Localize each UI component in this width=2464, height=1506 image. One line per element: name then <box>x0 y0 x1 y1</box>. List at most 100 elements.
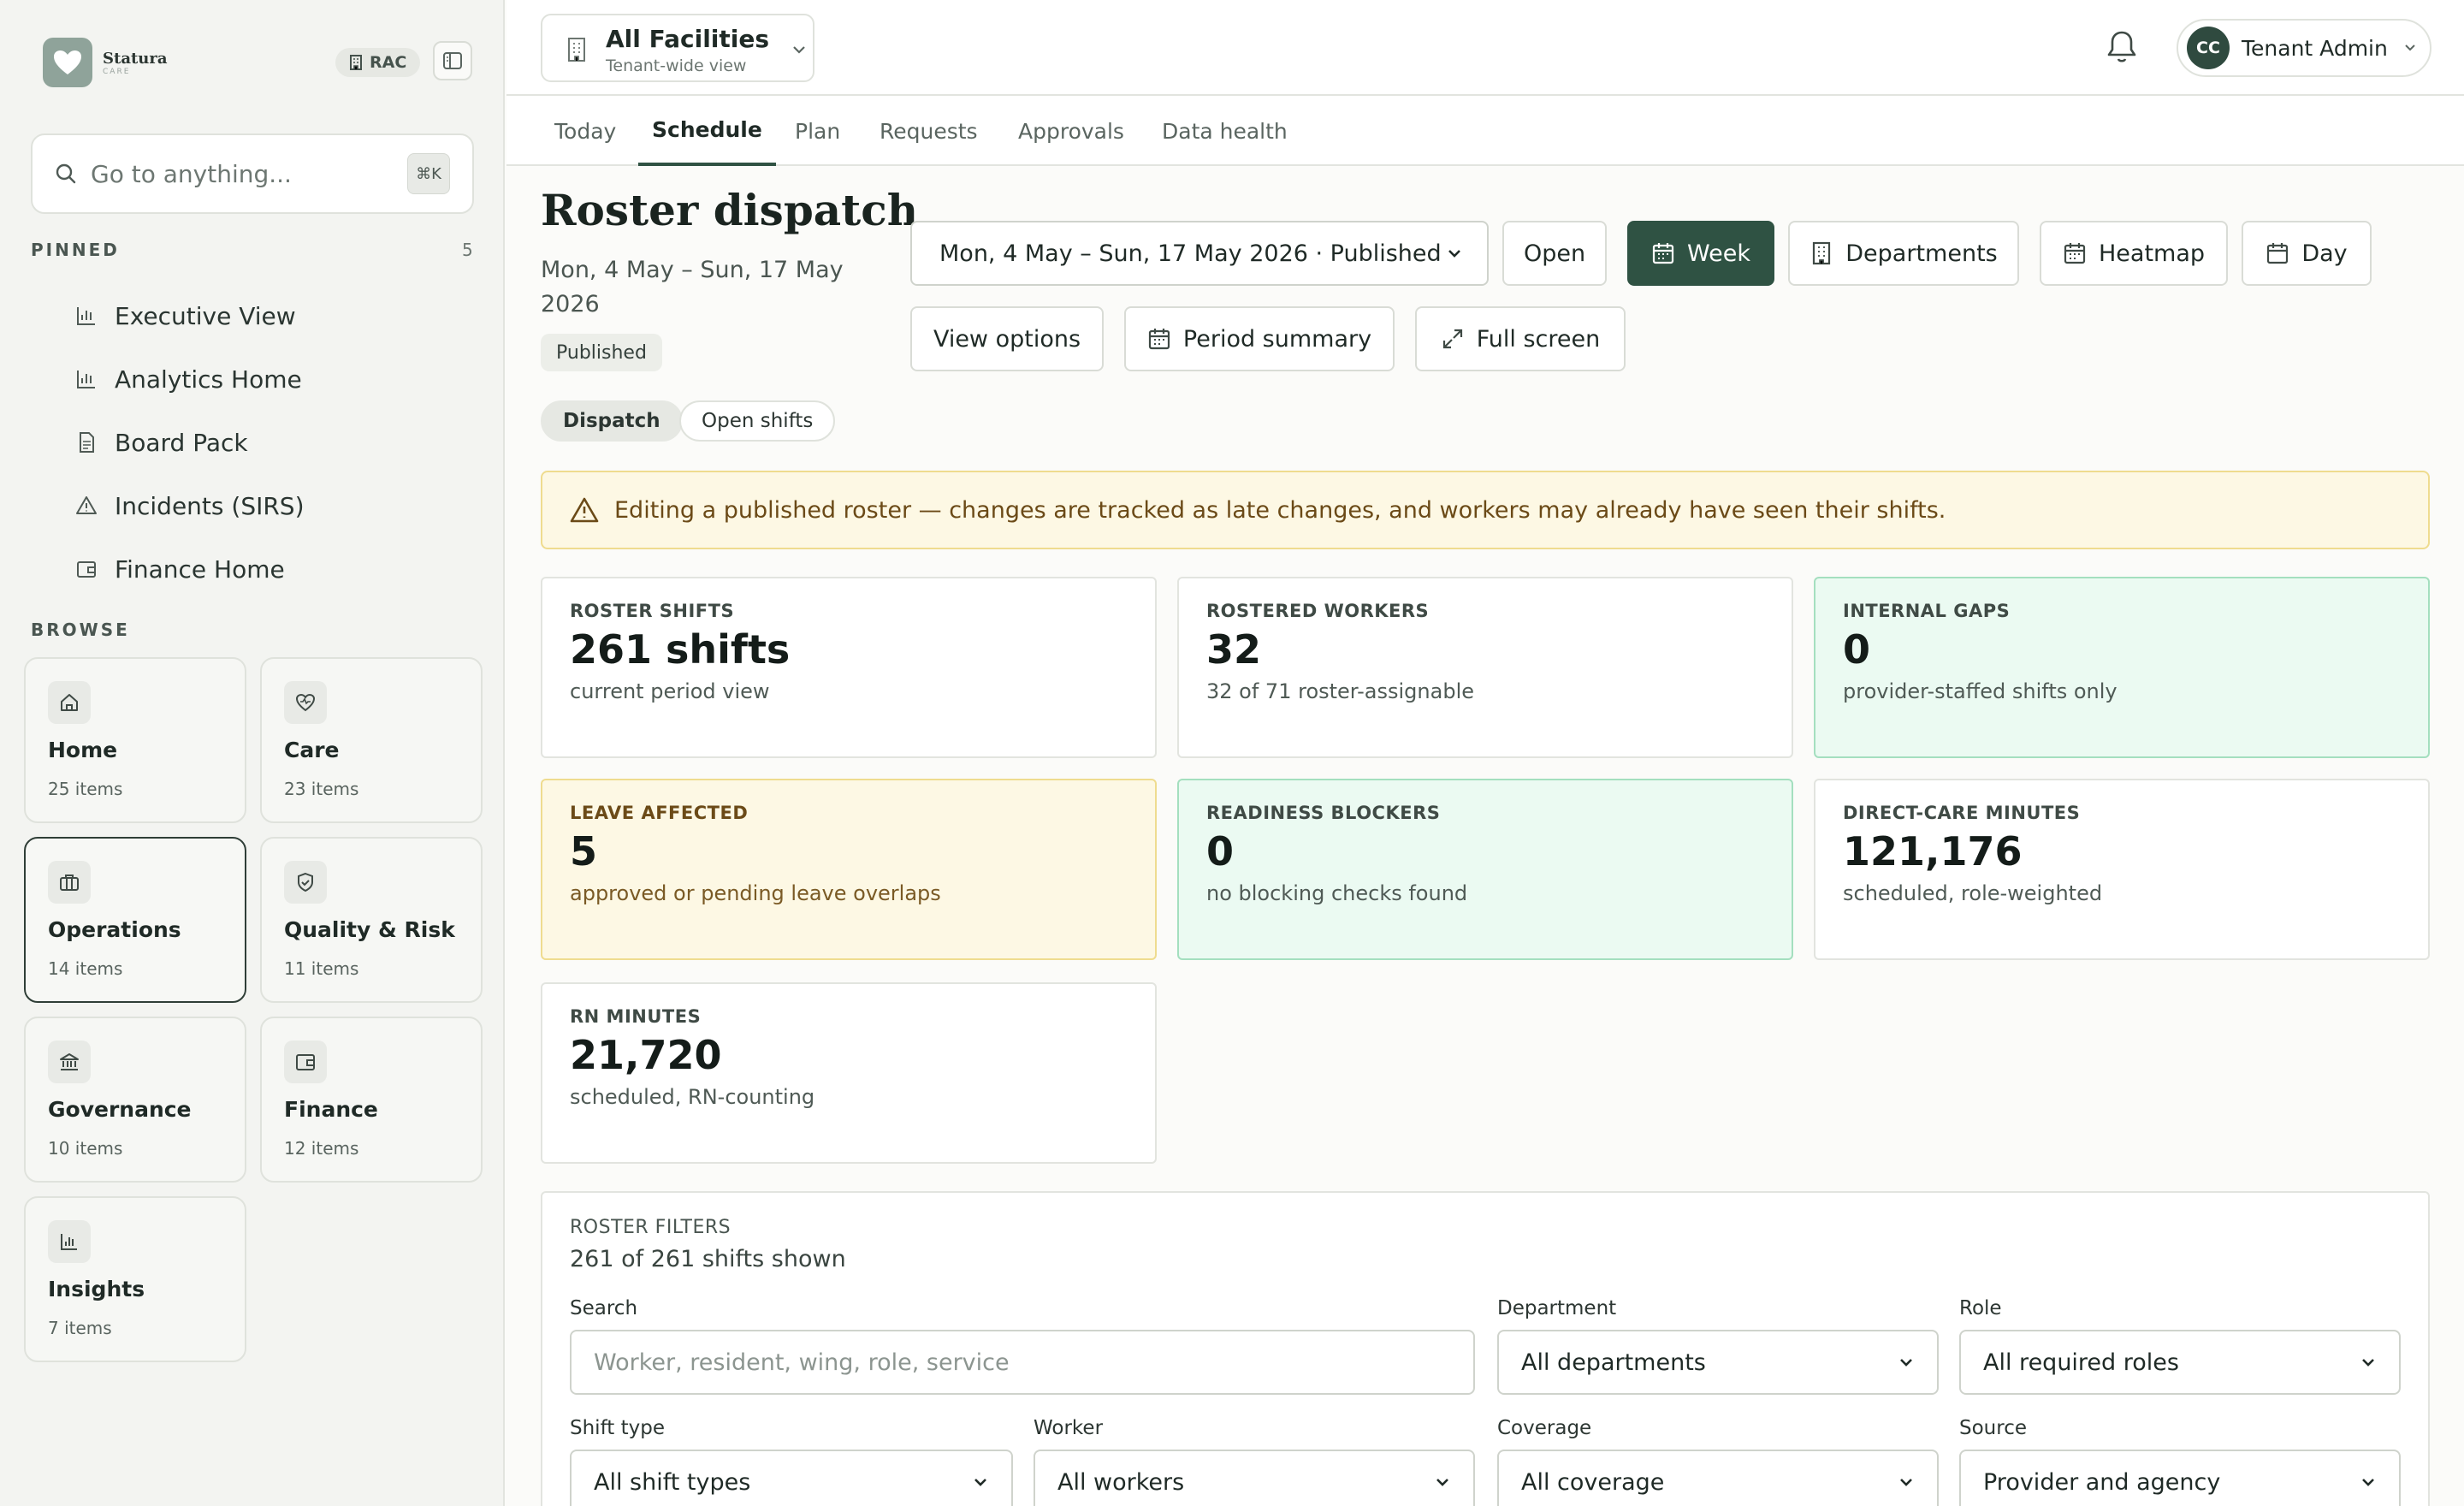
card-note: scheduled, RN-counting <box>570 1085 815 1109</box>
card-note: approved or pending leave overlaps <box>570 881 941 905</box>
heart-logo-icon <box>43 38 92 87</box>
card-value: 32 <box>1206 626 1262 673</box>
brand-logo[interactable]: Statura CARE <box>43 38 168 87</box>
source-value: Provider and agency <box>1983 1468 2221 1496</box>
wallet-icon <box>77 561 96 578</box>
building-icon <box>350 55 362 70</box>
card-value: 261 shifts <box>570 626 791 673</box>
heatmap-view-button[interactable]: Heatmap <box>2040 221 2228 286</box>
department-value: All departments <box>1521 1349 1706 1376</box>
segment-dispatch[interactable]: Dispatch <box>541 400 683 442</box>
open-button[interactable]: Open <box>1502 221 1607 286</box>
tab-data-health[interactable]: Data health <box>1162 96 1288 166</box>
card-label: INTERNAL GAPS <box>1843 601 2011 621</box>
full-screen-button[interactable]: Full screen <box>1415 306 1626 371</box>
full-screen-label: Full screen <box>1476 325 1601 353</box>
search-label: Search <box>570 1297 638 1319</box>
search-icon <box>56 163 76 184</box>
card-value: 121,176 <box>1843 828 2023 875</box>
chevron-down-icon <box>2362 1359 2374 1367</box>
card-note: provider-staffed shifts only <box>1843 679 2118 703</box>
card-label: READINESS BLOCKERS <box>1206 803 1441 823</box>
tab-today[interactable]: Today <box>554 96 616 166</box>
browse-grid: Home 25 items Care 23 items Operations 1… <box>24 657 483 1362</box>
browse-tile-governance[interactable]: Governance 10 items <box>24 1017 246 1183</box>
source-select[interactable]: Provider and agency <box>1959 1450 2401 1506</box>
shift-type-select[interactable]: All shift types <box>570 1450 1013 1506</box>
tile-count: 11 items <box>284 958 359 979</box>
pinned-item-label: Executive View <box>115 301 296 330</box>
kpi-card-roster-shifts: ROSTER SHIFTS 261 shifts current period … <box>541 577 1157 758</box>
period-summary-label: Period summary <box>1182 325 1372 353</box>
worker-label: Worker <box>1034 1417 1104 1439</box>
briefcase-icon <box>48 861 91 904</box>
browse-tile-care[interactable]: Care 23 items <box>260 657 483 823</box>
tile-count: 14 items <box>48 958 123 979</box>
pinned-item-analytics-home[interactable]: Analytics Home <box>75 347 469 411</box>
roster-search-input[interactable]: Worker, resident, wing, role, service <box>570 1330 1475 1395</box>
brand-name: Statura <box>103 49 168 68</box>
tab-requests[interactable]: Requests <box>880 96 978 166</box>
card-value: 0 <box>1843 626 1871 673</box>
global-search-input[interactable]: Go to anything... ⌘K <box>31 133 474 214</box>
pinned-item-incidents[interactable]: Incidents (SIRS) <box>75 474 469 537</box>
card-note: 32 of 71 roster-assignable <box>1206 679 1474 703</box>
departments-view-button[interactable]: Departments <box>1788 221 2019 286</box>
week-view-button[interactable]: Week <box>1627 221 1774 286</box>
tile-title: Insights <box>48 1277 145 1301</box>
pinned-item-label: Analytics Home <box>115 365 302 394</box>
browse-tile-operations[interactable]: Operations 14 items <box>24 837 246 1003</box>
bell-icon <box>2107 31 2136 62</box>
bar-chart-icon <box>77 307 95 325</box>
day-button-label: Day <box>2301 240 2348 267</box>
browse-tile-insights[interactable]: Insights 7 items <box>24 1196 246 1362</box>
worker-value: All workers <box>1057 1468 1185 1496</box>
facility-switcher[interactable]: All Facilities Tenant-wide view <box>542 15 816 84</box>
role-select[interactable]: All required roles <box>1959 1330 2401 1395</box>
calendar-icon <box>2064 243 2086 264</box>
day-view-button[interactable]: Day <box>2242 221 2372 286</box>
avatar: CC <box>2187 27 2230 69</box>
card-value: 0 <box>1206 828 1235 875</box>
period-summary-button[interactable]: Period summary <box>1124 306 1395 371</box>
role-value: All required roles <box>1983 1349 2179 1376</box>
worker-select[interactable]: All workers <box>1034 1450 1475 1506</box>
open-button-label: Open <box>1523 240 1586 267</box>
rac-badge[interactable]: RAC <box>335 48 421 77</box>
card-label: RN MINUTES <box>570 1006 702 1027</box>
card-label: ROSTER SHIFTS <box>570 601 735 621</box>
pinned-item-executive-view[interactable]: Executive View <box>75 284 469 347</box>
tab-schedule[interactable]: Schedule <box>638 96 776 166</box>
user-menu-button[interactable]: CC Tenant Admin <box>2177 19 2431 77</box>
view-options-label: View options <box>933 325 1081 353</box>
chevron-down-icon <box>793 46 805 54</box>
browse-tile-quality-risk[interactable]: Quality & Risk 11 items <box>260 837 483 1003</box>
tab-approvals[interactable]: Approvals <box>1018 96 1124 166</box>
department-select[interactable]: All departments <box>1497 1330 1939 1395</box>
card-note: scheduled, role-weighted <box>1843 881 2103 905</box>
status-badge: Published <box>541 334 662 371</box>
period-select-value: Mon, 4 May – Sun, 17 May 2026 · Publishe… <box>939 240 1442 267</box>
chevron-down-icon <box>1900 1479 1912 1486</box>
pinned-item-finance-home[interactable]: Finance Home <box>75 537 469 601</box>
segment-open-shifts[interactable]: Open shifts <box>679 400 836 442</box>
chevron-down-icon <box>1900 1359 1912 1367</box>
notifications-button[interactable] <box>2105 29 2139 68</box>
roster-search-placeholder: Worker, resident, wing, role, service <box>594 1349 1010 1376</box>
calendar-icon <box>1652 243 1674 264</box>
browse-tile-finance[interactable]: Finance 12 items <box>260 1017 483 1183</box>
browse-tile-home[interactable]: Home 25 items <box>24 657 246 823</box>
view-options-button[interactable]: View options <box>910 306 1104 371</box>
coverage-select[interactable]: All coverage <box>1497 1450 1939 1506</box>
expand-icon <box>1442 329 1462 349</box>
kpi-card-direct-care-minutes: DIRECT-CARE MINUTES 121,176 scheduled, r… <box>1814 779 2430 960</box>
browse-section-label: BROWSE <box>31 620 130 640</box>
tab-plan[interactable]: Plan <box>795 96 840 166</box>
warning-icon <box>76 496 97 514</box>
tile-count: 23 items <box>284 779 359 799</box>
collapse-sidebar-button[interactable] <box>433 41 472 80</box>
period-select[interactable]: Mon, 4 May – Sun, 17 May 2026 · Publishe… <box>910 221 1489 286</box>
roster-filters: ROSTER FILTERS 261 of 261 shifts shown S… <box>541 1191 2430 1506</box>
card-label: LEAVE AFFECTED <box>570 803 749 823</box>
pinned-item-board-pack[interactable]: Board Pack <box>75 411 469 474</box>
